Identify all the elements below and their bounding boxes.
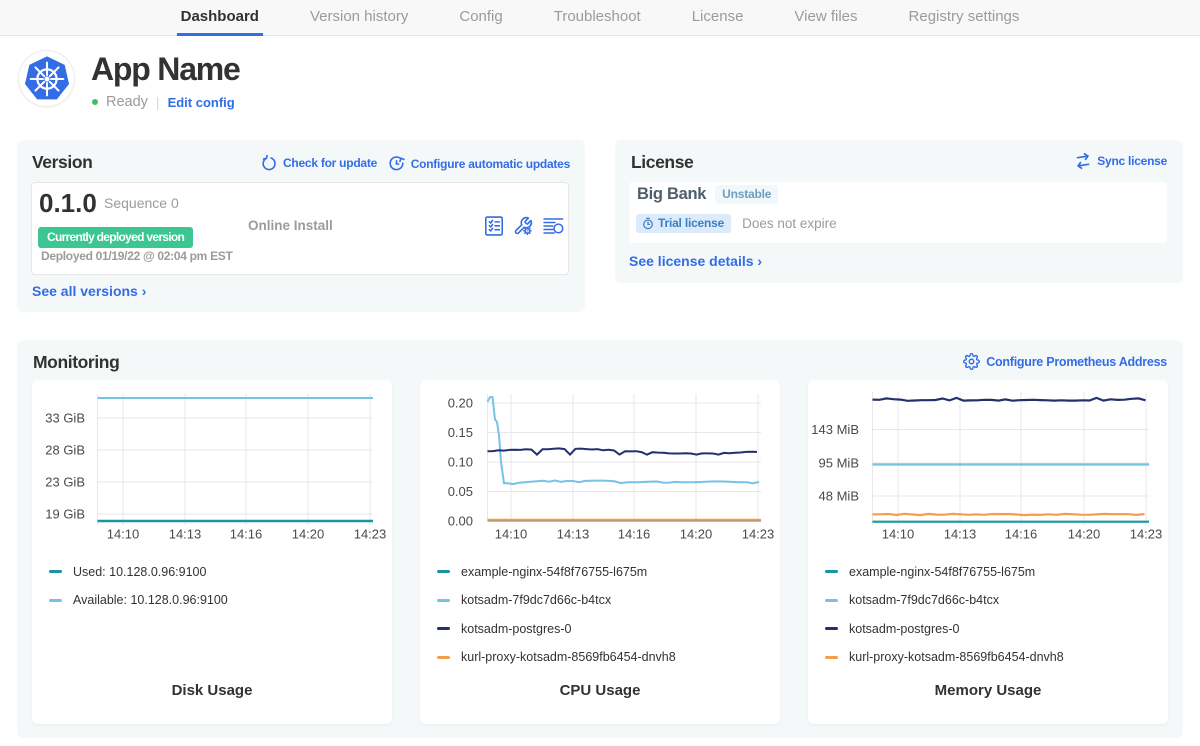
svg-text:14:16: 14:16: [1005, 527, 1038, 542]
svg-text:143 MiB: 143 MiB: [811, 422, 859, 437]
svg-text:14:23: 14:23: [742, 527, 775, 542]
svg-text:0.15: 0.15: [448, 425, 473, 440]
svg-text:19 GiB: 19 GiB: [45, 507, 85, 522]
svg-text:14:16: 14:16: [230, 527, 263, 542]
svg-text:14:10: 14:10: [107, 527, 140, 542]
svg-text:14:13: 14:13: [557, 527, 590, 542]
svg-text:14:23: 14:23: [354, 527, 387, 542]
svg-text:23 GiB: 23 GiB: [45, 475, 85, 490]
svg-text:14:20: 14:20: [680, 527, 713, 542]
svg-text:48 MiB: 48 MiB: [819, 489, 859, 504]
svg-text:14:20: 14:20: [1068, 527, 1101, 542]
svg-text:14:20: 14:20: [292, 527, 325, 542]
svg-text:14:16: 14:16: [618, 527, 651, 542]
svg-text:0.05: 0.05: [448, 484, 473, 499]
svg-text:0.20: 0.20: [448, 396, 473, 411]
svg-text:14:10: 14:10: [882, 527, 915, 542]
svg-text:0.10: 0.10: [448, 455, 473, 470]
svg-text:95 MiB: 95 MiB: [819, 456, 859, 471]
svg-text:14:23: 14:23: [1130, 527, 1163, 542]
svg-text:14:10: 14:10: [495, 527, 528, 542]
svg-text:14:13: 14:13: [169, 527, 202, 542]
svg-text:14:13: 14:13: [944, 527, 977, 542]
svg-text:33 GiB: 33 GiB: [45, 411, 85, 426]
svg-text:28 GiB: 28 GiB: [45, 443, 85, 458]
svg-text:0.00: 0.00: [448, 514, 473, 529]
